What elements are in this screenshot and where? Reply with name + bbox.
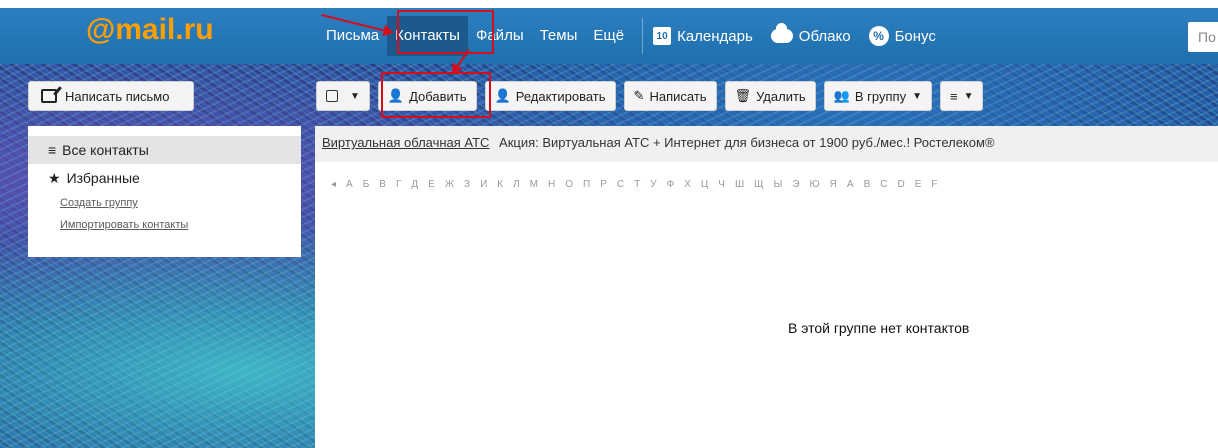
nav-calendar[interactable]: 10 Календарь [653,27,753,45]
nav-bonus[interactable]: % Бонус [868,26,936,46]
nav-cloud[interactable]: Облако [770,23,851,45]
delete-label: Удалить [756,88,806,104]
edit-contact-button[interactable]: 👤 Редактировать [484,81,616,111]
edit-user-icon: 👤 [494,88,511,103]
alphabet-letter[interactable]: Л [513,179,520,190]
alphabet-letter[interactable]: Д [411,179,418,190]
list-icon: ≡ [48,142,57,158]
alphabet-letter[interactable]: Ц [701,179,708,190]
write-button[interactable]: ✎ Написать [623,81,717,111]
alphabet-letter[interactable]: Я [830,179,837,190]
alphabet-letter[interactable]: Г [396,179,401,190]
alphabet-letter[interactable]: Ш [735,179,744,190]
add-contact-label: Добавить [409,88,467,104]
cloud-icon [770,23,793,43]
menu-icon: ≡ [949,88,958,104]
compose-label: Написать письмо [65,88,170,104]
add-contact-button[interactable]: 👤 Добавить [377,81,477,111]
chevron-down-icon: ▼ [912,90,922,102]
to-group-label: В группу [854,88,907,104]
alphabet-letter[interactable]: Ч [718,179,725,190]
alphabet-letter[interactable]: Е [428,179,435,190]
percent-icon: % [868,26,889,46]
ad-text: Акция: Виртуальная АТС + Интернет для би… [499,135,995,150]
alphabet-letter[interactable]: C [880,179,887,190]
alphabet-letter[interactable]: М [530,179,538,190]
nav-letters[interactable]: Письма [318,16,387,56]
create-group-link[interactable]: Создать группу [28,192,301,214]
alphabet-letter[interactable]: ◂ [331,179,336,190]
select-checkbox-dropdown[interactable]: ▼ [316,81,370,111]
sidebar-item-all-contacts[interactable]: ≡ Все контакты [28,136,301,164]
ad-link[interactable]: Виртуальная облачная АТС [322,135,489,150]
alphabet-letter[interactable]: У [650,179,656,190]
alphabet-letter[interactable]: Н [548,179,555,190]
compose-button[interactable]: Написать письмо [28,81,194,111]
more-menu-button[interactable]: ≡ ▼ [939,81,984,111]
alphabet-letter[interactable]: Т [634,179,640,190]
calendar-icon: 10 [653,27,672,45]
compose-icon: ✎ [633,88,645,103]
contacts-main-panel: Виртуальная облачная АТС Акция: Виртуаль… [315,126,1218,448]
alphabet-letter[interactable]: З [464,179,470,190]
alphabet-letter[interactable]: A [847,179,854,190]
alphabet-letter[interactable]: К [497,179,503,190]
mail-ru-logo[interactable]: @mail.ru [86,13,214,47]
ad-banner: Виртуальная облачная АТС Акция: Виртуаль… [315,126,1218,162]
chevron-down-icon: ▼ [350,90,360,102]
write-label: Написать [649,88,707,104]
alphabet-letter[interactable]: П [583,179,590,190]
edit-contact-label: Редактировать [515,88,606,104]
nav-cloud-label: Облако [798,27,851,45]
to-group-button[interactable]: 👥 В группу ▼ [823,81,932,111]
alphabet-letter[interactable]: Р [600,179,607,190]
trash-icon: 🗑 [734,88,752,103]
compose-icon [41,89,57,103]
nav-bonus-label: Бонус [894,27,936,45]
alphabet-letter[interactable]: Х [684,179,691,190]
alphabet-letter[interactable]: Б [363,179,370,190]
alphabet-letter[interactable]: Ы [774,179,783,190]
chevron-down-icon: ▼ [963,90,974,102]
alphabet-letter[interactable]: D [897,179,904,190]
top-strip [0,0,1218,8]
alphabet-letter[interactable]: Ю [810,179,820,190]
alphabet-letter[interactable]: И [480,179,487,190]
checkbox-icon [326,90,338,102]
sidebar-item-favorites[interactable]: ★ Избранные [28,164,301,192]
group-icon: 👥 [833,88,850,103]
nav-more[interactable]: Ещё [585,16,632,56]
alphabet-letter[interactable]: Ф [667,179,675,190]
nav-themes[interactable]: Темы [532,16,586,56]
alphabet-letter[interactable]: Э [792,179,799,190]
add-user-icon: 👤 [387,88,405,103]
import-contacts-link[interactable]: Импортировать контакты [28,214,301,236]
search-input[interactable]: По [1188,22,1218,52]
nav-contacts[interactable]: Контакты [387,16,468,56]
alphabet-letter[interactable]: А [346,179,353,190]
contacts-sidebar: ≡ Все контакты ★ Избранные Создать групп… [28,126,301,257]
sidebar-item-label: Избранные [66,170,140,186]
main-nav: Письма Контакты Файлы Темы Ещё 10 Календ… [318,8,954,64]
sidebar-item-label: Все контакты [62,142,149,158]
alphabet-letter[interactable]: F [931,179,937,190]
star-icon: ★ [48,169,61,186]
alphabet-letter[interactable]: В [379,179,386,190]
alphabet-letter[interactable]: E [915,179,922,190]
nav-files[interactable]: Файлы [468,16,532,56]
alphabet-letter[interactable]: Ж [445,179,454,190]
alphabet-letter[interactable]: С [617,179,624,190]
alphabet-letter[interactable]: Щ [754,179,763,190]
alphabet-letter[interactable]: О [565,179,573,190]
contacts-toolbar: ▼ 👤 Добавить 👤 Редактировать ✎ Написать … [316,81,991,111]
delete-button[interactable]: 🗑 Удалить [724,81,816,111]
empty-group-message: В этой группе нет контактов [788,320,970,336]
nav-divider [642,18,644,54]
alphabet-filter: ◂ А Б В Г Д Е Ж З И К Л М Н О П Р С Т У Ф Х Ц Ч Ш Щ Ы Э Ю Я A B C D E F [315,162,1218,206]
alphabet-letter[interactable]: B [864,179,871,190]
nav-calendar-label: Календарь [677,27,753,45]
